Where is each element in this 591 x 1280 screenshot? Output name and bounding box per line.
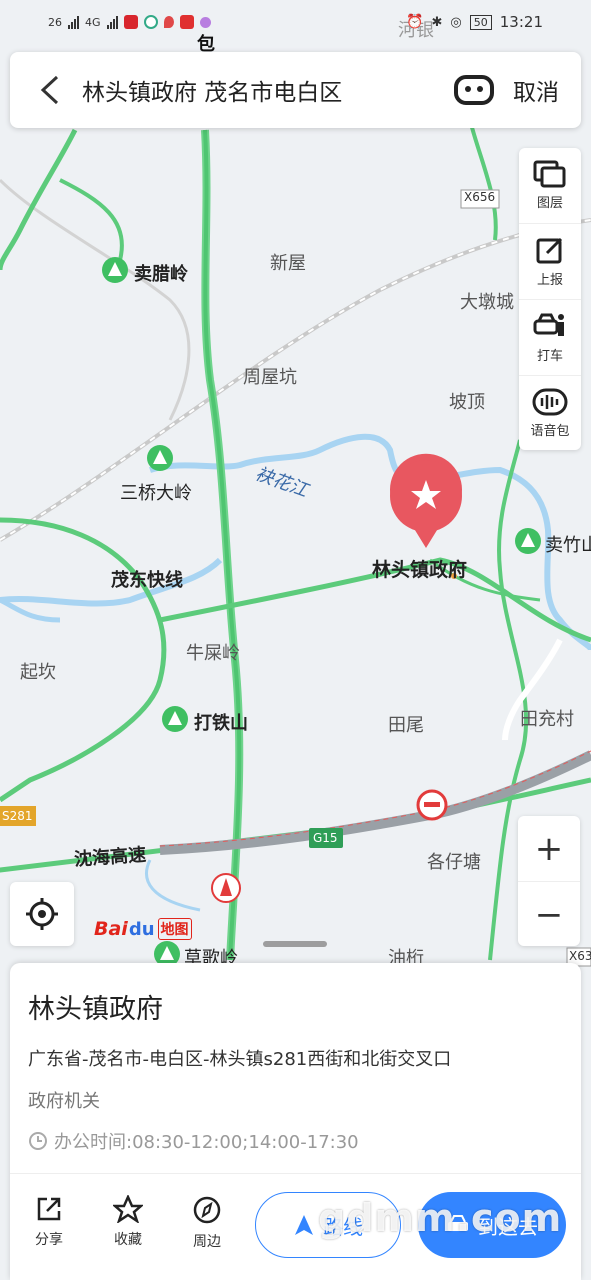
map-tools: 图层 上报 打车 语音包 <box>519 148 581 450</box>
clock-icon <box>29 1132 47 1150</box>
layers-icon <box>533 160 566 188</box>
search-query[interactable]: 林头镇政府 茂名市电白区 <box>82 73 451 107</box>
taxi-button[interactable]: 打车 <box>519 300 581 376</box>
back-button[interactable] <box>30 70 70 110</box>
locate-button[interactable] <box>10 882 74 946</box>
navigation-arrow-icon <box>295 1215 313 1235</box>
status-bar: 26 4G ⏰ ✱ ◎ 50 13:21 <box>0 0 591 44</box>
report-button[interactable]: 上报 <box>519 224 581 300</box>
app-notification-icon <box>163 16 174 28</box>
traffic-cone-icon <box>211 873 241 903</box>
road-shield-x656 <box>460 189 500 209</box>
clock: 13:21 <box>499 13 543 31</box>
search-bar[interactable]: 林头镇政府 茂名市电白区 取消 <box>10 52 581 128</box>
share-button[interactable]: 分享 <box>24 1195 74 1249</box>
baidu-paw-icon: du <box>128 918 155 940</box>
poi-name: 林头镇政府 <box>28 994 163 1025</box>
baidu-map-logo: Bai du 地图 <box>94 918 192 940</box>
battery-icon: 50 <box>469 14 492 30</box>
poi-pin-icon[interactable] <box>515 528 541 554</box>
app-notification-icon <box>143 15 158 29</box>
poi-address: 广东省-茂名市-电白区-林头镇s281西街和北街交叉口 <box>28 1049 452 1070</box>
nearby-button[interactable]: 周边 <box>182 1195 232 1251</box>
tool-label: 语音包 <box>530 424 570 439</box>
app-notification-icon <box>123 15 138 29</box>
signal-icon <box>68 15 79 29</box>
zoom-control: + − <box>518 816 580 946</box>
star-icon <box>113 1195 143 1223</box>
voice-assistant-icon <box>454 75 494 105</box>
layers-button[interactable]: 图层 <box>519 148 581 224</box>
signal-icon <box>106 15 118 29</box>
tool-label: 打车 <box>536 349 563 364</box>
voice-pack-icon <box>532 388 568 416</box>
cancel-button[interactable]: 取消 <box>513 73 559 107</box>
divider <box>10 1173 581 1174</box>
favorite-button[interactable]: 收藏 <box>103 1195 153 1249</box>
watermark: gdmm.com <box>318 1196 563 1240</box>
signal-label: 4G <box>85 15 101 29</box>
report-icon <box>536 237 563 264</box>
app-notification-icon <box>199 16 211 28</box>
poi-pin-icon[interactable] <box>147 445 173 471</box>
share-icon <box>37 1197 61 1221</box>
drag-handle[interactable] <box>263 941 327 947</box>
voice-assistant-button[interactable] <box>451 70 497 110</box>
poi-category: 政府机关 <box>28 1091 100 1112</box>
tool-label: 图层 <box>536 196 563 211</box>
wifi-icon: ◎ <box>450 14 462 30</box>
crosshair-icon <box>26 898 58 930</box>
bluetooth-icon: ✱ <box>431 14 443 30</box>
alarm-icon: ⏰ <box>406 14 424 30</box>
zoom-in-button[interactable]: + <box>518 816 580 882</box>
poi-hours: 办公时间:08:30-12:00;14:00-17:30 <box>28 1128 359 1154</box>
poi-pin-icon[interactable] <box>162 706 188 732</box>
signal-label: 26 <box>48 15 62 29</box>
voice-pack-button[interactable]: 语音包 <box>519 376 581 451</box>
taxi-icon <box>533 313 564 336</box>
zoom-out-button[interactable]: − <box>518 882 580 947</box>
compass-icon <box>193 1196 221 1224</box>
app-notification-icon <box>179 15 194 29</box>
tool-label: 上报 <box>536 273 563 288</box>
poi-pin-icon[interactable] <box>102 257 128 283</box>
poi-hours-text: 办公时间:08:30-12:00;14:00-17:30 <box>54 1132 359 1153</box>
chevron-left-icon <box>40 75 59 105</box>
no-entry-icon <box>416 789 448 821</box>
